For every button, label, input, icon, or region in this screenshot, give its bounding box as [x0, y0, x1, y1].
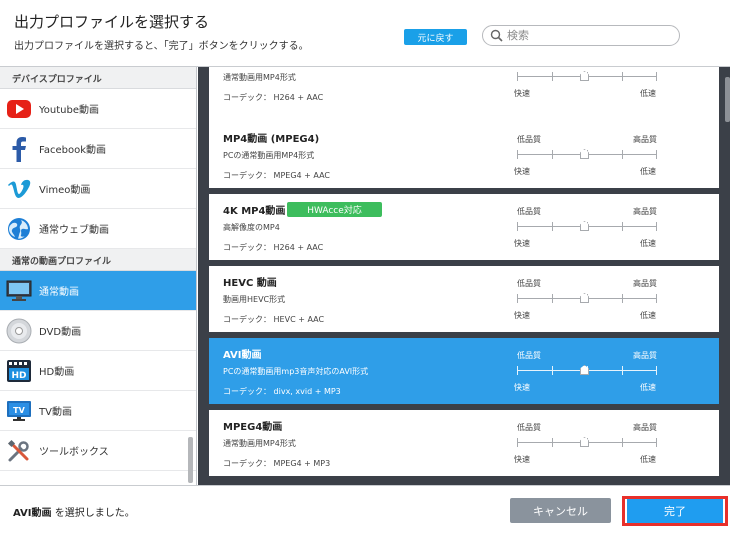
sidebar-item-label: ツールボックス: [39, 447, 109, 458]
profile-list-scrollbar[interactable]: [725, 77, 730, 122]
profile-desc: PCの通常動画用mp3音声対応のAVI形式: [223, 367, 369, 376]
hd-icon: HD: [5, 357, 32, 384]
quality-low-label: 低品質: [517, 135, 541, 144]
quality-high-label: 高品質: [633, 207, 657, 216]
sidebar-item-label: HD動画: [39, 367, 75, 378]
sidebar-item-label: TV動画: [39, 407, 72, 418]
undo-button[interactable]: 元に戻す: [404, 29, 467, 45]
sidebar-item-tv[interactable]: TV TV動画: [0, 391, 196, 431]
svg-text:TV: TV: [13, 406, 25, 415]
speed-fast-label: 快速: [514, 89, 530, 98]
quality-speed-slider[interactable]: [517, 219, 657, 233]
speed-fast-label: 快速: [514, 311, 530, 320]
speed-slow-label: 低速: [640, 89, 656, 98]
dialog-header: 出力プロファイルを選択する 出力プロファイルを選択すると、「完了」ボタンをクリッ…: [0, 0, 730, 67]
profile-card-selected[interactable]: AVI動画 PCの通常動画用mp3音声対応のAVI形式 コーデック： divx,…: [209, 338, 719, 404]
svg-text:HD: HD: [11, 371, 26, 381]
profile-desc: 動画用HEVC形式: [223, 295, 286, 304]
sidebar-item-dvd[interactable]: DVD動画: [0, 311, 196, 351]
profile-name: AVI動画: [223, 350, 262, 361]
sidebar-item-toolbox[interactable]: ツールボックス: [0, 431, 196, 471]
status-suffix: を選択しました。: [51, 508, 135, 519]
profile-list: 通常動画用MP4形式 コーデック： H264 + AAC 快速 低速 MP4動画…: [198, 67, 730, 485]
profile-desc: 通常動画用MP4形式: [223, 439, 296, 448]
sidebar-item-web[interactable]: 通常ウェブ動画: [0, 209, 196, 249]
speed-fast-label: 快速: [514, 167, 530, 176]
sidebar-item-hd[interactable]: HD HD動画: [0, 351, 196, 391]
tools-icon: [5, 437, 32, 464]
video-profiles-header: 通常の動画プロファイル: [0, 249, 196, 271]
sidebar-item-label: DVD動画: [39, 327, 82, 338]
quality-speed-slider[interactable]: [517, 147, 657, 161]
search-icon: [490, 29, 503, 42]
profile-card[interactable]: MP4動画 (MPEG4) PCの通常動画用MP4形式 コーデック： MPEG4…: [209, 122, 719, 188]
profile-card[interactable]: MPEG4動画 通常動画用MP4形式 コーデック： MPEG4 + MP3 低品…: [209, 410, 719, 476]
profile-name: HEVC 動画: [223, 278, 277, 289]
profile-codec: コーデック： H264 + AAC: [223, 93, 324, 102]
profile-desc: PCの通常動画用MP4形式: [223, 151, 315, 160]
quality-low-label: 低品質: [517, 423, 541, 432]
profile-card[interactable]: HEVC 動画 動画用HEVC形式 コーデック： HEVC + AAC 低品質 …: [209, 266, 719, 332]
quality-high-label: 高品質: [633, 351, 657, 360]
profile-name: 4K MP4動画: [223, 206, 286, 217]
speed-fast-label: 快速: [514, 239, 530, 248]
speed-fast-label: 快速: [514, 455, 530, 464]
profile-desc: 高解像度のMP4: [223, 223, 280, 232]
profile-codec: コーデック： divx, xvid + MP3: [223, 387, 341, 396]
sidebar-item-label: Facebook動画: [39, 145, 106, 156]
dialog-footer: AVI動画 を選択しました。 キャンセル 完了: [0, 485, 730, 533]
sidebar-item-label: Vimeo動画: [39, 185, 91, 196]
device-profiles-header: デバイスプロファイル: [0, 67, 196, 89]
dialog-title: 出力プロファイルを選択する: [14, 13, 210, 31]
speed-slow-label: 低速: [640, 383, 656, 392]
quality-high-label: 高品質: [633, 135, 657, 144]
profile-codec: コーデック： H264 + AAC: [223, 243, 324, 252]
quality-low-label: 低品質: [517, 351, 541, 360]
vimeo-icon: [5, 175, 32, 202]
quality-high-label: 高品質: [633, 279, 657, 288]
sidebar-item-label: 通常ウェブ動画: [39, 225, 109, 236]
cancel-button[interactable]: キャンセル: [510, 498, 611, 523]
sidebar-item-facebook[interactable]: Facebook動画: [0, 129, 196, 169]
profile-codec: コーデック： HEVC + AAC: [223, 315, 325, 324]
tv-icon: TV: [5, 397, 32, 424]
quality-speed-slider[interactable]: [517, 435, 657, 449]
profile-desc: 通常動画用MP4形式: [223, 73, 296, 82]
quality-high-label: 高品質: [633, 423, 657, 432]
globe-icon: [5, 215, 32, 242]
selection-status: AVI動画 を選択しました。: [13, 504, 135, 519]
monitor-icon: [5, 277, 32, 304]
profile-codec: コーデック： MPEG4 + AAC: [223, 171, 331, 180]
sidebar-scrollbar[interactable]: [188, 437, 193, 483]
search-input[interactable]: [507, 28, 672, 43]
dvd-icon: [5, 317, 32, 344]
youtube-icon: [5, 95, 32, 122]
quality-speed-slider[interactable]: [517, 69, 657, 83]
done-button[interactable]: 完了: [627, 499, 723, 523]
speed-slow-label: 低速: [640, 455, 656, 464]
profile-name: MPEG4動画: [223, 422, 283, 433]
speed-slow-label: 低速: [640, 239, 656, 248]
profile-codec: コーデック： MPEG4 + MP3: [223, 459, 331, 468]
dialog-subtitle: 出力プロファイルを選択すると、「完了」ボタンをクリックする。: [14, 41, 309, 52]
speed-slow-label: 低速: [640, 311, 656, 320]
sidebar-item-label: 通常動画: [39, 287, 79, 298]
quality-speed-slider[interactable]: [517, 291, 657, 305]
sidebar-item-label: Youtube動画: [39, 105, 99, 116]
sidebar-item-youtube[interactable]: Youtube動画: [0, 89, 196, 129]
selected-profile-name: AVI動画: [13, 508, 52, 519]
quality-speed-slider[interactable]: [517, 363, 657, 377]
search-box[interactable]: [482, 25, 680, 46]
profile-name: MP4動画 (MPEG4): [223, 134, 320, 145]
speed-slow-label: 低速: [640, 167, 656, 176]
speed-fast-label: 快速: [514, 383, 530, 392]
sidebar-item-vimeo[interactable]: Vimeo動画: [0, 169, 196, 209]
hwaccel-badge: HWAcce対応: [287, 202, 382, 217]
sidebar: デバイスプロファイル Youtube動画 Facebook動画 Vimeo動画 …: [0, 67, 197, 485]
sidebar-item-normal-video[interactable]: 通常動画: [0, 271, 196, 311]
facebook-icon: [5, 135, 32, 162]
profile-card[interactable]: 4K MP4動画 HWAcce対応 高解像度のMP4 コーデック： H264 +…: [209, 194, 719, 260]
quality-low-label: 低品質: [517, 207, 541, 216]
quality-low-label: 低品質: [517, 279, 541, 288]
